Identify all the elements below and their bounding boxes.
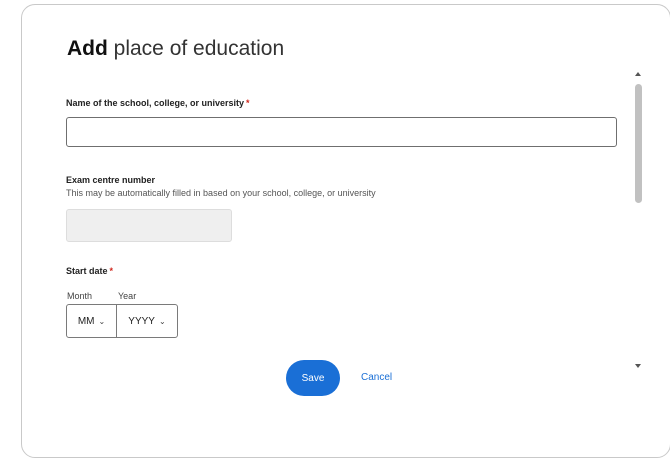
exam-centre-label: Exam centre number xyxy=(66,175,156,185)
scroll-up-icon[interactable] xyxy=(635,72,641,76)
month-select-value: MM xyxy=(77,315,95,327)
year-label: Year xyxy=(118,291,137,301)
chevron-down-icon: ⌄ xyxy=(158,316,166,326)
chevron-down-icon: ⌄ xyxy=(98,316,106,326)
start-date-label: Start date * xyxy=(66,266,113,276)
scrollbar-thumb[interactable] xyxy=(635,84,642,203)
start-date-label-text: Start date xyxy=(66,266,108,276)
exam-centre-hint: This may be automatically filled in base… xyxy=(66,188,376,198)
scroll-down-icon[interactable] xyxy=(635,364,641,368)
required-asterisk: * xyxy=(109,266,114,276)
month-label: Month xyxy=(67,291,93,301)
school-name-input[interactable] xyxy=(66,117,617,147)
required-asterisk: * xyxy=(246,98,250,108)
scrollbar[interactable] xyxy=(632,72,644,368)
year-select[interactable]: YYYY ⌄ xyxy=(116,304,178,338)
exam-centre-input xyxy=(66,209,232,242)
cancel-link[interactable]: Cancel xyxy=(361,372,392,383)
save-button[interactable]: Save xyxy=(286,360,340,396)
school-name-label-text: Name of the school, college, or universi… xyxy=(66,98,245,108)
month-select[interactable]: MM ⌄ xyxy=(66,304,117,338)
year-select-value: YYYY xyxy=(128,315,155,327)
school-name-label: Name of the school, college, or universi… xyxy=(66,98,250,108)
